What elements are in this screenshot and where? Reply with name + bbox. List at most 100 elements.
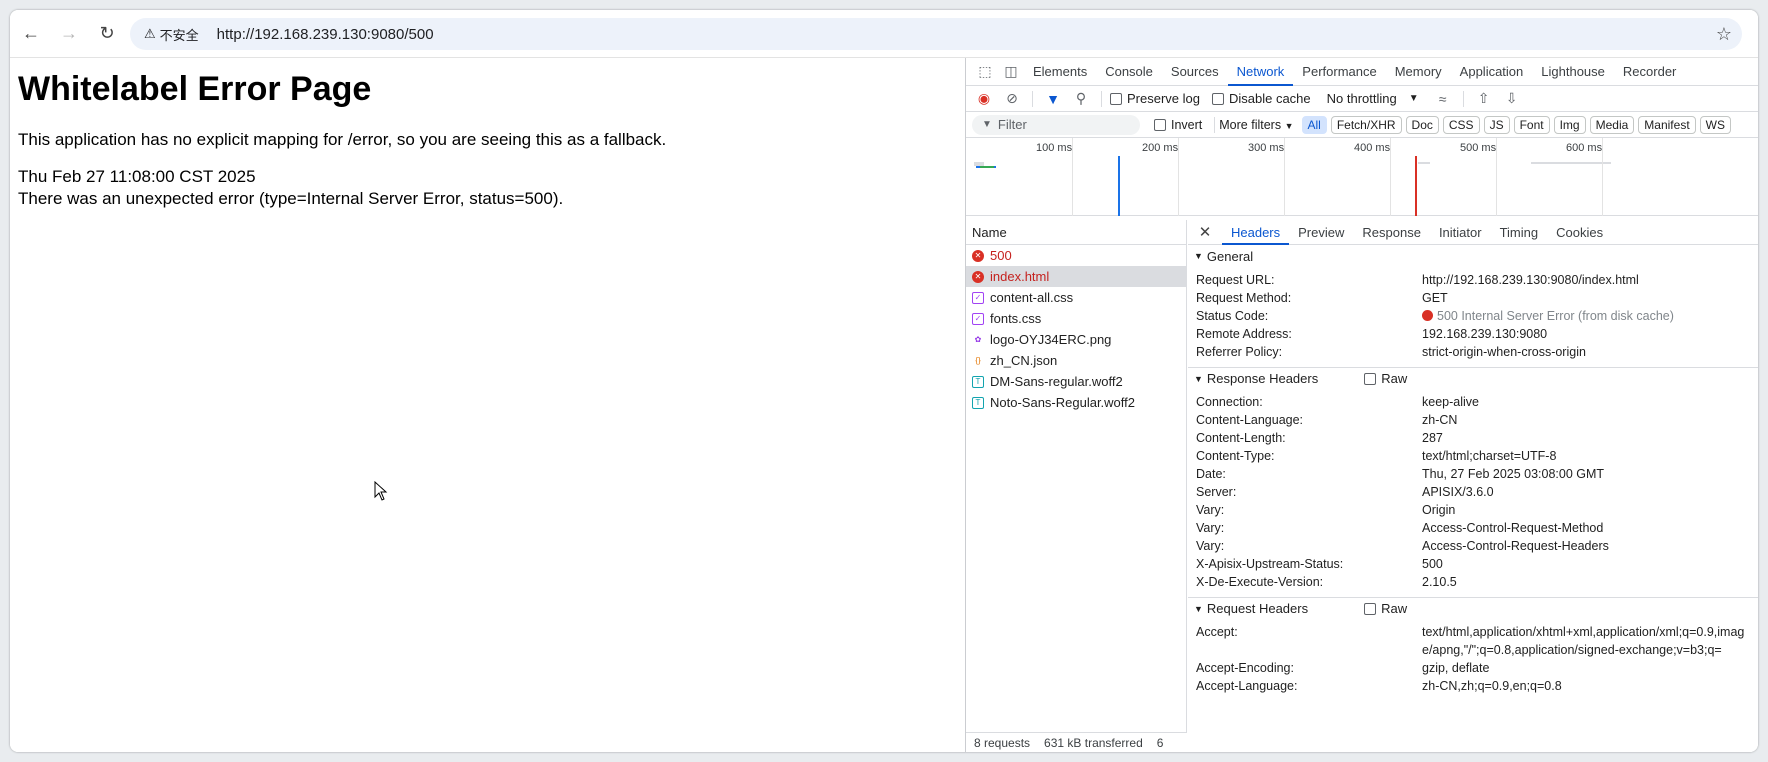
filter-chip-font[interactable]: Font [1513, 115, 1550, 134]
request-name: logo-OYJ34ERC.png [990, 332, 1112, 347]
tab-performance[interactable]: Performance [1293, 58, 1385, 86]
raw-checkbox[interactable]: Raw [1364, 601, 1407, 616]
checkbox-box[interactable] [1211, 92, 1224, 105]
filter-chip-ws[interactable]: WS [1699, 115, 1731, 134]
filter-chip-img[interactable]: Img [1553, 115, 1586, 134]
tab-network[interactable]: Network [1227, 58, 1294, 86]
request-row[interactable]: ✿ logo-OYJ34ERC.png [966, 329, 1186, 350]
back-icon[interactable]: ← [14, 17, 48, 51]
address-bar[interactable]: ⚠ 不安全 http://192.168.239.130:9080/500 ☆ [130, 18, 1742, 50]
disable-cache-checkbox[interactable]: Disable cache [1211, 91, 1311, 106]
tab-preview[interactable]: Preview [1289, 220, 1353, 245]
request-name: DM-Sans-regular.woff2 [990, 374, 1123, 389]
checkbox-box[interactable] [1364, 372, 1377, 385]
header-row: X-De-Execute-Version: 2.10.5 [1188, 573, 1758, 591]
devtools-panel: ⬚ ◫ Elements Console Sources Network Perform… [965, 58, 1758, 752]
request-headers-section-header[interactable]: ▼ Request Headers Raw [1188, 597, 1758, 619]
header-key: Referrer Policy: [1196, 345, 1283, 359]
close-icon[interactable]: ✕ [1188, 223, 1222, 241]
filter-chip-fetchxhr[interactable]: Fetch/XHR [1330, 115, 1402, 134]
request-row[interactable]: ✓ fonts.css [966, 308, 1186, 329]
header-key: Content-Language: [1196, 413, 1304, 427]
bookmark-star-icon[interactable]: ☆ [1716, 24, 1732, 45]
header-key: Vary: [1196, 521, 1225, 535]
throttling-select[interactable]: No throttling ▼ [1327, 91, 1419, 106]
tab-initiator[interactable]: Initiator [1430, 220, 1491, 245]
header-row: Vary: Origin [1188, 501, 1758, 519]
header-value: 192.168.239.130:9080 [1422, 327, 1548, 341]
filter-chip-css[interactable]: CSS [1442, 115, 1480, 134]
search-icon[interactable]: ⚲ [1069, 90, 1093, 107]
filter-chip-manifest[interactable]: Manifest [1638, 115, 1696, 134]
header-key: Status Code: [1196, 309, 1269, 323]
err-file-icon: ✕ [972, 270, 984, 283]
error-message: This application has no explicit mapping… [18, 130, 667, 149]
request-name: content-all.css [990, 290, 1074, 305]
load-marker [1415, 156, 1417, 216]
tab-console[interactable]: Console [1096, 58, 1162, 86]
tab-lighthouse[interactable]: Lighthouse [1532, 58, 1614, 86]
request-row[interactable]: {} zh_CN.json [966, 350, 1186, 371]
header-row: Accept: text/html,application/xhtml+xml,a… [1188, 623, 1758, 659]
request-row[interactable]: ✓ content-all.css [966, 287, 1186, 308]
forward-icon[interactable]: → [52, 17, 86, 51]
request-row[interactable]: ✕ index.html [966, 266, 1186, 287]
tab-timing[interactable]: Timing [1491, 220, 1548, 245]
preserve-log-checkbox[interactable]: Preserve log [1110, 91, 1200, 106]
filter-chip-doc[interactable]: Doc [1405, 115, 1439, 134]
tab-cookies[interactable]: Cookies [1547, 220, 1612, 245]
network-toolbar: ◉ ⊘ ▼ ⚲ Preserve log Disable cache No th… [966, 86, 1758, 112]
filter-chip-all[interactable]: All [1301, 115, 1327, 134]
network-timeline[interactable]: 100 ms 200 ms 300 ms 400 ms 500 ms 600 ms [966, 138, 1758, 216]
tab-headers[interactable]: Headers [1222, 220, 1290, 245]
tab-application[interactable]: Application [1451, 58, 1533, 86]
timeline-bar [1531, 162, 1611, 164]
security-chip[interactable]: ⚠ 不安全 [140, 22, 207, 46]
timeline-label: 600 ms [1566, 142, 1603, 154]
filter-chip-media[interactable]: Media [1589, 115, 1635, 134]
tab-response[interactable]: Response [1353, 220, 1430, 245]
header-value: Origin [1422, 503, 1456, 517]
raw-checkbox[interactable]: Raw [1364, 371, 1407, 386]
filter-input[interactable]: ▼ Filter [972, 114, 1140, 135]
header-row: Status Code: 500 Internal Server Error (f… [1188, 307, 1758, 325]
tab-memory[interactable]: Memory [1386, 58, 1451, 86]
tab-elements[interactable]: Elements [1024, 58, 1096, 86]
request-name: 500 [990, 248, 1012, 263]
header-value: keep-alive [1422, 395, 1479, 409]
header-value: Access-Control-Request-Headers [1422, 539, 1609, 553]
header-key: Request Method: [1196, 291, 1292, 305]
response-headers-section: Connection: keep-alive Content-Language: zh… [1188, 389, 1758, 597]
header-key: Request URL: [1196, 273, 1275, 287]
request-name: fonts.css [990, 311, 1042, 326]
reload-icon[interactable]: ↻ [90, 17, 124, 51]
clear-icon[interactable]: ⊘ [1000, 90, 1024, 107]
inspect-element-icon[interactable]: ⬚ [972, 63, 998, 80]
tab-sources[interactable]: Sources [1162, 58, 1228, 86]
request-row[interactable]: ✕ 500 [966, 245, 1186, 266]
checkbox-box[interactable] [1110, 92, 1122, 105]
filter-icon[interactable]: ▼ [1041, 91, 1065, 107]
header-key: Remote Address: [1196, 327, 1292, 341]
response-headers-section-header[interactable]: ▼ Response Headers Raw [1188, 367, 1758, 389]
invert-checkbox[interactable]: Invert [1154, 118, 1202, 132]
url-text[interactable]: http://192.168.239.130:9080/500 [217, 26, 434, 43]
general-section-header[interactable]: ▼ General [1188, 245, 1758, 267]
record-icon[interactable]: ◉ [972, 90, 996, 107]
network-conditions-icon[interactable]: ≈ [1431, 91, 1455, 107]
checkbox-box[interactable] [1364, 602, 1377, 615]
request-row[interactable]: T DM-Sans-regular.woff2 [966, 371, 1186, 392]
checkbox-box[interactable] [1154, 118, 1166, 131]
header-value: 2.10.5 [1422, 575, 1457, 589]
tab-recorder[interactable]: Recorder [1614, 58, 1685, 86]
more-filters-dropdown[interactable]: More filters ▼ [1219, 118, 1293, 132]
header-key: Accept-Encoding: [1196, 661, 1294, 675]
device-toolbar-icon[interactable]: ◫ [998, 63, 1024, 80]
devtools-tabs: ⬚ ◫ Elements Console Sources Network Perform… [966, 58, 1758, 86]
import-har-icon[interactable]: ⇧ [1472, 90, 1496, 107]
filter-chip-js[interactable]: JS [1483, 115, 1510, 134]
request-row[interactable]: T Noto-Sans-Regular.woff2 [966, 392, 1186, 413]
toolbar-divider [1032, 90, 1033, 107]
export-har-icon[interactable]: ⇩ [1500, 90, 1524, 107]
name-column-header[interactable]: Name [966, 220, 1186, 245]
